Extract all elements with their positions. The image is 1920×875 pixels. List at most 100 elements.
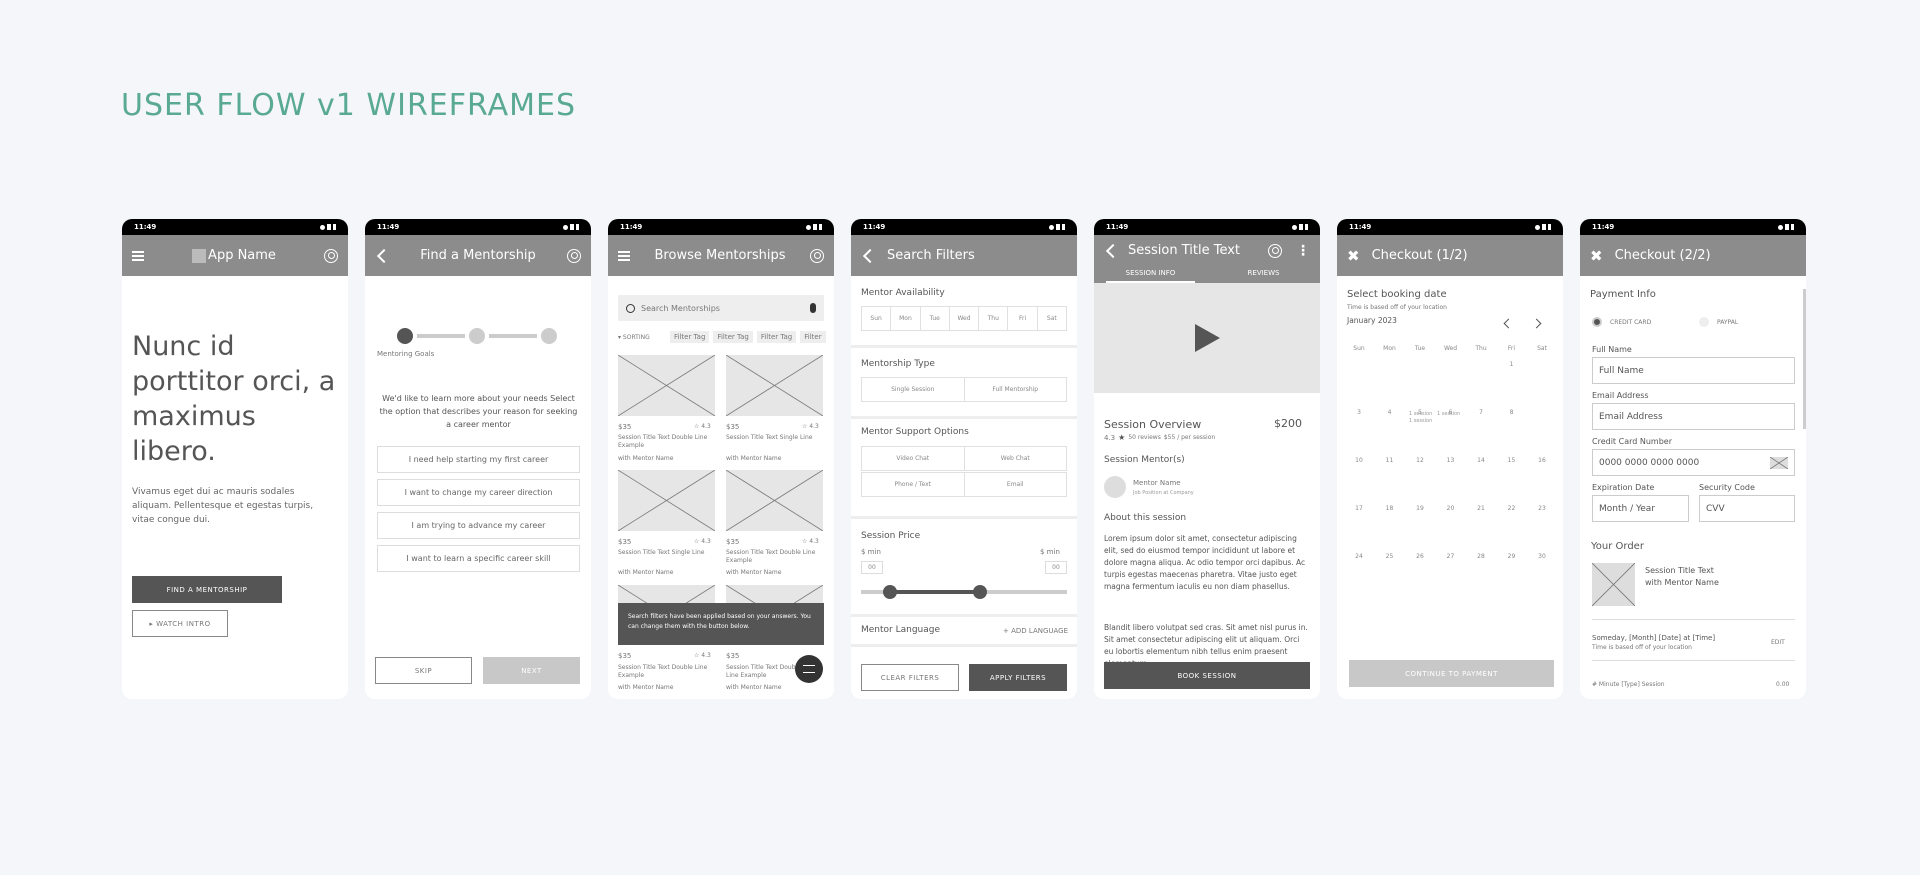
calendar-day[interactable]: 29 — [1502, 553, 1522, 560]
card-number-field[interactable]: 0000 0000 0000 0000 — [1592, 449, 1795, 476]
calendar-day[interactable]: 17 — [1349, 505, 1369, 512]
search-bar[interactable]: Search Mentorships — [618, 295, 824, 321]
expiration-field[interactable]: Month / Year — [1592, 495, 1689, 522]
price-range-slider[interactable] — [861, 585, 1067, 599]
clear-filters-button[interactable]: CLEAR FILTERS — [861, 664, 959, 691]
previous-month-icon[interactable] — [1503, 318, 1514, 329]
profile-icon[interactable] — [567, 248, 581, 263]
goal-option[interactable]: I want to learn a specific career skill — [377, 545, 580, 572]
tab-session-info[interactable]: SESSION INFO — [1106, 266, 1195, 283]
calendar-day[interactable]: 16 — [1532, 457, 1552, 464]
search-input[interactable]: Search Mentorships — [641, 304, 810, 313]
back-icon[interactable] — [375, 248, 392, 263]
support-web-chat[interactable]: Web Chat — [965, 447, 1067, 470]
filter-tag[interactable]: Filter Tag — [713, 331, 753, 343]
continue-to-payment-button[interactable]: CONTINUE TO PAYMENT — [1349, 660, 1554, 687]
calendar-day[interactable]: 14 — [1471, 457, 1491, 464]
calendar-day[interactable]: 12 — [1410, 457, 1430, 464]
day-fri[interactable]: Fri — [1008, 307, 1038, 330]
support-email[interactable]: Email — [965, 473, 1067, 496]
support-phone-text[interactable]: Phone / Text — [862, 473, 965, 496]
microphone-icon[interactable] — [810, 303, 816, 313]
slider-min-handle[interactable] — [882, 585, 897, 599]
filter-tag[interactable]: Filter Tag — [756, 331, 797, 343]
support-video-chat[interactable]: Video Chat — [862, 447, 965, 470]
sorting-dropdown[interactable]: ▾ SORTING — [618, 334, 666, 341]
video-placeholder[interactable] — [1094, 283, 1320, 393]
book-session-button[interactable]: BOOK SESSION — [1104, 662, 1310, 689]
mentor-name[interactable]: Mentor Name — [1133, 479, 1181, 487]
review-count[interactable]: 50 reviews — [1128, 434, 1161, 441]
close-icon[interactable]: ✖ — [1347, 247, 1360, 265]
calendar-day[interactable]: 30 — [1532, 553, 1552, 560]
more-vert-icon[interactable]: ⋮ — [1296, 244, 1310, 258]
card-title[interactable]: Session Title Text Double Line Example — [726, 549, 816, 565]
find-mentorship-button[interactable]: FIND A MENTORSHIP — [132, 576, 282, 603]
calendar-day[interactable]: 8 — [1502, 409, 1522, 416]
back-icon[interactable] — [861, 248, 878, 263]
profile-icon[interactable] — [810, 248, 824, 263]
type-full-mentorship[interactable]: Full Mentorship — [965, 378, 1067, 401]
edit-order-button[interactable]: EDIT — [1771, 639, 1785, 646]
day-thu[interactable]: Thu — [979, 307, 1009, 330]
profile-icon[interactable] — [1268, 243, 1282, 258]
paypal-radio[interactable]: PAYPAL — [1699, 317, 1738, 327]
goal-option[interactable]: I need help starting my first career — [377, 446, 580, 473]
card-title[interactable]: Session Title Text Double Line Example — [618, 664, 708, 680]
profile-icon[interactable] — [324, 248, 338, 263]
calendar-day[interactable]: 23 — [1532, 505, 1552, 512]
next-button[interactable]: NEXT — [483, 657, 580, 684]
session-image[interactable] — [618, 355, 715, 416]
email-field[interactable]: Email Address — [1592, 403, 1795, 430]
apply-filters-button[interactable]: APPLY FILTERS — [969, 664, 1067, 691]
day-wed[interactable]: Wed — [950, 307, 980, 330]
day-mon[interactable]: Mon — [891, 307, 921, 330]
slider-max-handle[interactable] — [973, 585, 988, 599]
calendar-day[interactable]: 10 — [1349, 457, 1369, 464]
calendar-day[interactable]: 15 — [1502, 457, 1522, 464]
filter-tag[interactable]: Filter Tag — [670, 331, 710, 343]
session-image[interactable] — [726, 355, 823, 416]
calendar-day[interactable]: 4 — [1380, 409, 1400, 416]
add-language-button[interactable]: + ADD LANGUAGE — [1003, 627, 1068, 635]
type-single-session[interactable]: Single Session — [862, 378, 965, 401]
watch-intro-button[interactable]: ▸ WATCH INTRO — [132, 610, 228, 637]
calendar-day[interactable]: 20 — [1441, 505, 1461, 512]
goal-option[interactable]: I am trying to advance my career — [377, 512, 580, 539]
filter-fab-button[interactable] — [795, 655, 823, 683]
skip-button[interactable]: SKIP — [375, 657, 472, 684]
day-tue[interactable]: Tue — [921, 307, 950, 330]
card-title[interactable]: Session Title Text Double Line Example — [618, 434, 708, 450]
calendar-day[interactable]: 1 — [1502, 361, 1522, 368]
play-icon[interactable] — [1194, 324, 1220, 352]
calendar-day[interactable]: 19 — [1410, 505, 1430, 512]
back-icon[interactable] — [1104, 243, 1121, 258]
calendar-day[interactable]: 13 — [1441, 457, 1461, 464]
session-image[interactable] — [726, 470, 823, 531]
tab-reviews[interactable]: REVIEWS — [1219, 266, 1308, 283]
scrollbar[interactable] — [1803, 289, 1806, 429]
calendar-day[interactable]: 21 — [1471, 505, 1491, 512]
next-month-icon[interactable] — [1531, 318, 1542, 329]
calendar-day[interactable]: 3 — [1349, 409, 1369, 416]
full-name-field[interactable]: Full Name — [1592, 357, 1795, 384]
calendar-day[interactable]: 22 — [1502, 505, 1522, 512]
security-code-field[interactable]: CVV — [1699, 495, 1795, 522]
calendar-day[interactable]: 24 — [1349, 553, 1369, 560]
calendar-day[interactable]: 27 — [1441, 553, 1461, 560]
calendar-day[interactable]: 7 — [1471, 409, 1491, 416]
calendar-day[interactable]: 25 — [1380, 553, 1400, 560]
calendar-day[interactable]: 26 — [1410, 553, 1430, 560]
goal-option[interactable]: I want to change my career direction — [377, 479, 580, 506]
day-sat[interactable]: Sat — [1038, 307, 1066, 330]
max-price-input[interactable]: 00 — [1045, 561, 1067, 574]
calendar-day[interactable]: 11 — [1380, 457, 1400, 464]
card-title[interactable]: Session Title Text Single Line — [618, 549, 708, 557]
session-image[interactable] — [618, 470, 715, 531]
filter-tag[interactable]: Filter — [800, 331, 826, 343]
card-title[interactable]: Session Title Text Double Line Example — [726, 664, 801, 680]
calendar-day[interactable]: 28 — [1471, 553, 1491, 560]
credit-card-radio[interactable]: CREDIT CARD — [1592, 317, 1651, 327]
min-price-input[interactable]: 00 — [861, 561, 883, 574]
menu-icon[interactable] — [618, 250, 630, 261]
